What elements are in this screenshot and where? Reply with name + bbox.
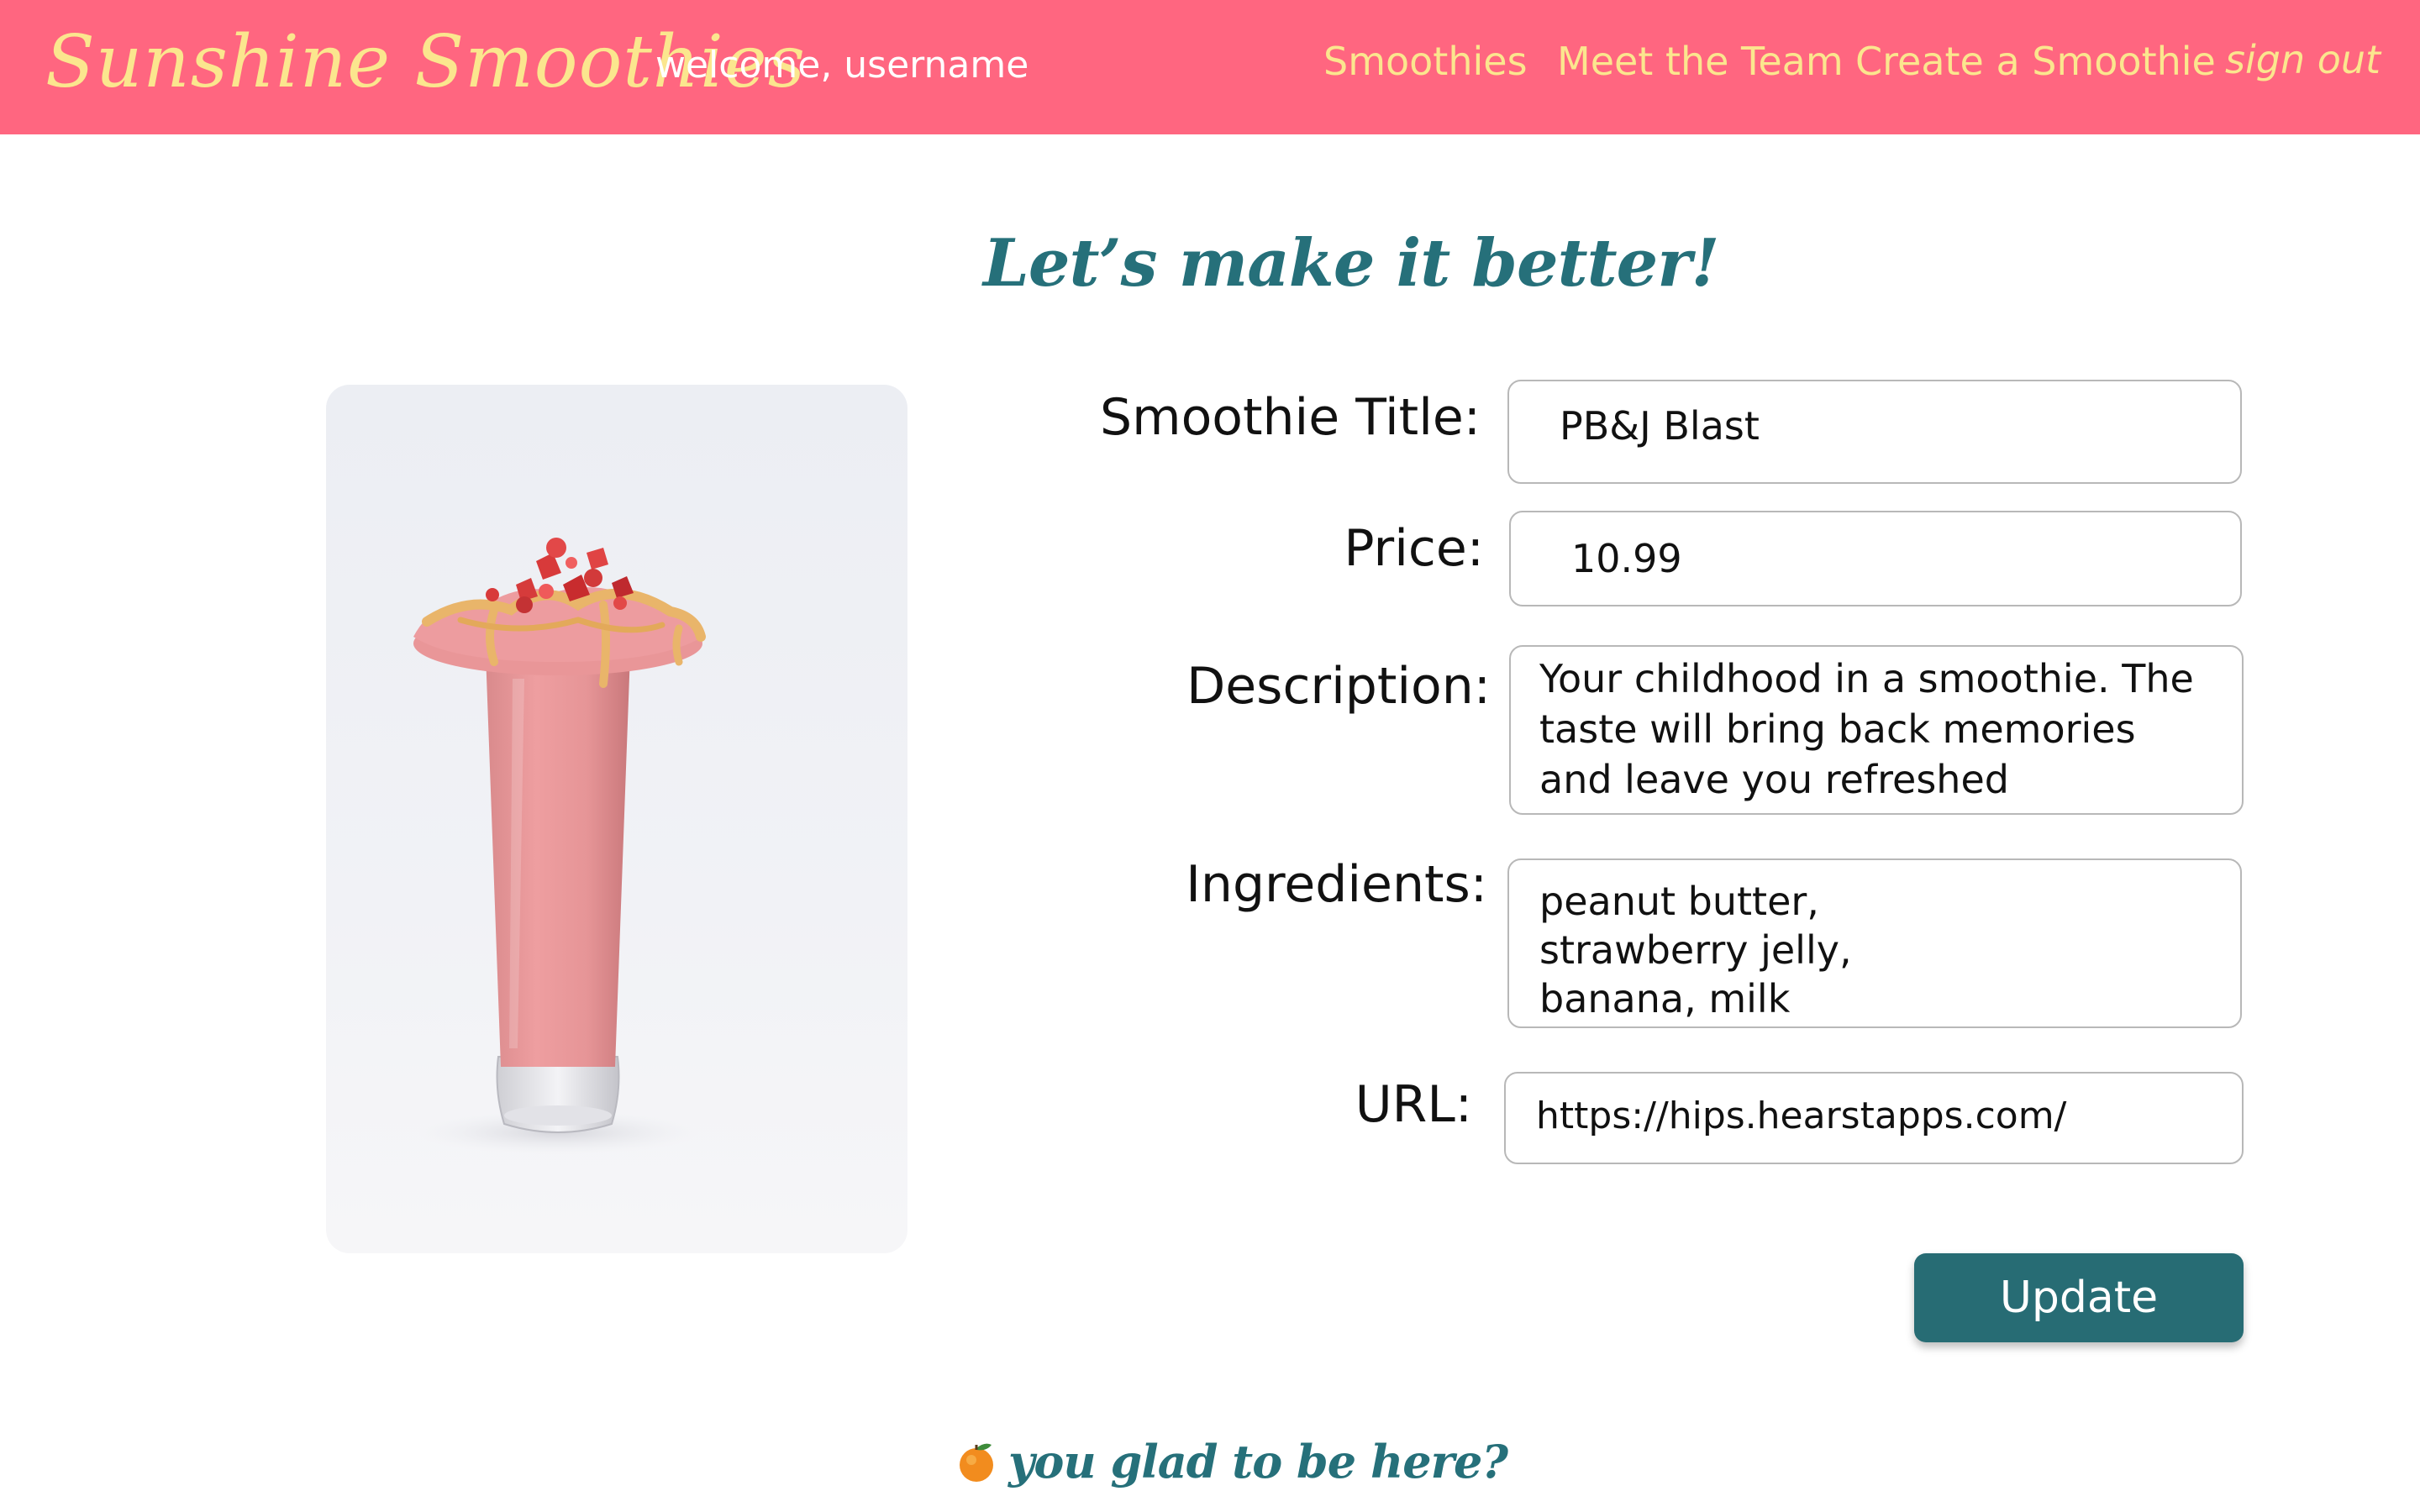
page-title: Let’s make it better! — [983, 225, 1720, 302]
update-button[interactable]: Update — [1914, 1253, 2244, 1342]
footer-tagline: you glad to be here? — [1008, 1435, 1508, 1488]
nav-link-smoothies[interactable]: Smoothies — [1323, 39, 1528, 84]
smoothie-title-input[interactable]: PB&J Blast — [1507, 380, 2242, 484]
orange-icon — [960, 1443, 993, 1482]
sign-out-link[interactable]: sign out — [2225, 37, 2381, 82]
price-input[interactable]: 10.99 — [1509, 511, 2242, 606]
description-label: Description: — [1186, 657, 1491, 716]
price-label: Price: — [1344, 519, 1484, 578]
navbar: Sunshine Smoothies welcome, username Smo… — [0, 0, 2420, 134]
smoothie-photo — [326, 385, 908, 1253]
nav-link-create-smoothie[interactable]: Create a Smoothie — [1855, 39, 2216, 84]
welcome-message: welcome, username — [655, 44, 1029, 87]
smoothie-illustration — [413, 538, 706, 1154]
url-label: URL: — [1355, 1075, 1472, 1134]
url-input[interactable]: https://hips.hearstapps.com/ — [1504, 1072, 2244, 1164]
nav-link-meet-the-team[interactable]: Meet the Team — [1557, 39, 1844, 84]
ingredients-textarea[interactable]: peanut butter, strawberry jelly, banana,… — [1507, 858, 2242, 1028]
smoothie-title-label: Smoothie Title: — [1100, 388, 1481, 447]
description-textarea[interactable]: Your childhood in a smoothie. The taste … — [1509, 645, 2244, 815]
ingredients-label: Ingredients: — [1186, 855, 1487, 914]
